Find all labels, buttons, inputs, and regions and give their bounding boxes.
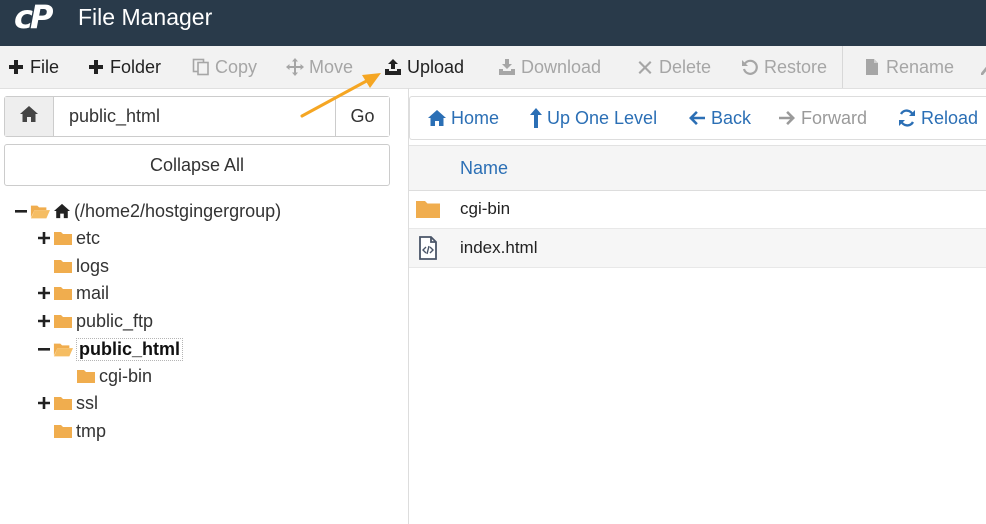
home-icon <box>19 105 39 128</box>
expand-toggle-icon[interactable] <box>37 231 51 245</box>
home-icon <box>53 202 71 220</box>
forward-label: Forward <box>801 107 868 128</box>
move-icon <box>285 57 305 77</box>
tree-item-label: public_html <box>76 337 184 361</box>
tree-item-mail[interactable]: mail <box>37 280 109 306</box>
expand-toggle-icon[interactable] <box>37 286 51 300</box>
refresh-icon <box>897 108 917 128</box>
collapse-toggle-icon[interactable] <box>37 342 51 356</box>
collapse-toggle-icon[interactable] <box>14 204 28 218</box>
rename-button[interactable]: Rename <box>862 46 954 88</box>
name-column-header[interactable]: Name <box>460 158 508 179</box>
reload-button[interactable]: Reload <box>897 97 978 139</box>
table-header: Name <box>409 145 986 191</box>
file-name: index.html <box>460 238 538 257</box>
download-button[interactable]: Download <box>497 46 601 88</box>
pencil-icon <box>976 57 986 77</box>
home-icon <box>427 108 447 128</box>
path-bar: Go <box>4 96 390 137</box>
delete-label: Delete <box>659 56 712 77</box>
table-row[interactable]: index.html <box>409 229 986 268</box>
download-icon <box>497 57 517 77</box>
navigation-bar: Home Up One Level Back Forward Reload <box>409 96 986 140</box>
upload-icon <box>383 57 403 77</box>
back-label: Back <box>711 107 752 128</box>
download-label: Download <box>521 56 602 77</box>
cpanel-logo[interactable]: cP <box>14 0 53 36</box>
path-input[interactable] <box>54 97 335 136</box>
file-icon <box>862 57 882 77</box>
copy-label: Copy <box>215 56 258 77</box>
go-button[interactable]: Go <box>335 97 389 136</box>
tree-item-public-html[interactable]: public_html <box>37 336 184 362</box>
table-row[interactable]: cgi-bin <box>409 190 986 229</box>
folder-icon <box>53 394 73 412</box>
folder-icon <box>415 197 441 221</box>
copy-icon <box>191 57 211 77</box>
arrow-left-icon <box>687 108 707 128</box>
restore-label: Restore <box>764 56 828 77</box>
tree-item-ssl[interactable]: ssl <box>37 390 98 416</box>
tree-item-label: mail <box>76 282 110 303</box>
up-one-level-button[interactable]: Up One Level <box>529 97 657 139</box>
folder-icon <box>53 257 73 275</box>
file-name: cgi-bin <box>460 199 511 218</box>
new-file-label: File <box>30 56 60 77</box>
back-button[interactable]: Back <box>687 97 751 139</box>
tree-item-label: (/home2/hostgingergroup) <box>74 200 282 221</box>
undo-icon <box>740 57 760 77</box>
tree-item-label: public_ftp <box>76 310 154 331</box>
home-button[interactable]: Home <box>427 97 499 139</box>
tree-item-home[interactable]: (/home2/hostgingergroup) <box>14 198 281 224</box>
plus-icon <box>6 57 26 77</box>
move-button[interactable]: Move <box>285 46 353 88</box>
folder-icon <box>53 312 73 330</box>
app-header: cP File Manager <box>0 0 986 46</box>
upload-label: Upload <box>407 56 465 77</box>
folder-icon <box>53 422 73 440</box>
restore-button[interactable]: Restore <box>740 46 827 88</box>
reload-label: Reload <box>921 107 979 128</box>
expand-toggle-icon[interactable] <box>37 396 51 410</box>
folder-icon <box>53 284 73 302</box>
level-up-icon <box>529 108 543 128</box>
home-label: Home <box>451 107 500 128</box>
toolbar: File Folder Copy Move Upload Download De… <box>0 46 986 89</box>
times-icon <box>635 57 655 77</box>
plus-icon <box>86 57 106 77</box>
expand-toggle-icon[interactable] <box>37 314 51 328</box>
folder-icon <box>76 367 96 385</box>
collapse-all-button[interactable]: Collapse All <box>4 144 390 186</box>
delete-button[interactable]: Delete <box>635 46 711 88</box>
new-folder-label: Folder <box>110 56 162 77</box>
html-file-icon <box>415 236 441 260</box>
tree-item-label: cgi-bin <box>99 365 153 386</box>
tree-item-label: ssl <box>76 392 98 413</box>
tree-item-etc[interactable]: etc <box>37 225 100 251</box>
tree-item-label: tmp <box>76 420 107 441</box>
edit-button[interactable] <box>976 46 986 88</box>
folder-open-icon <box>53 340 73 358</box>
tree-item-public-ftp[interactable]: public_ftp <box>37 308 153 334</box>
toolbar-divider <box>842 46 843 88</box>
app-title: File Manager <box>78 4 213 30</box>
arrow-right-icon <box>777 108 797 128</box>
tree-item-logs[interactable]: logs <box>53 253 109 279</box>
tree-item-cgi-bin[interactable]: cgi-bin <box>76 363 152 389</box>
move-label: Move <box>309 56 354 77</box>
tree-item-label: logs <box>76 255 110 276</box>
new-folder-button[interactable]: Folder <box>86 46 161 88</box>
forward-button[interactable]: Forward <box>777 97 867 139</box>
rename-label: Rename <box>886 56 955 77</box>
home-directory-button[interactable] <box>5 97 54 136</box>
tree-item-tmp[interactable]: tmp <box>53 418 106 444</box>
new-file-button[interactable]: File <box>6 46 59 88</box>
tree-item-label: etc <box>76 227 101 248</box>
folder-open-icon <box>30 202 50 220</box>
up-one-level-label: Up One Level <box>547 107 658 128</box>
copy-button[interactable]: Copy <box>191 46 257 88</box>
folder-icon <box>53 229 73 247</box>
upload-button[interactable]: Upload <box>383 46 464 88</box>
